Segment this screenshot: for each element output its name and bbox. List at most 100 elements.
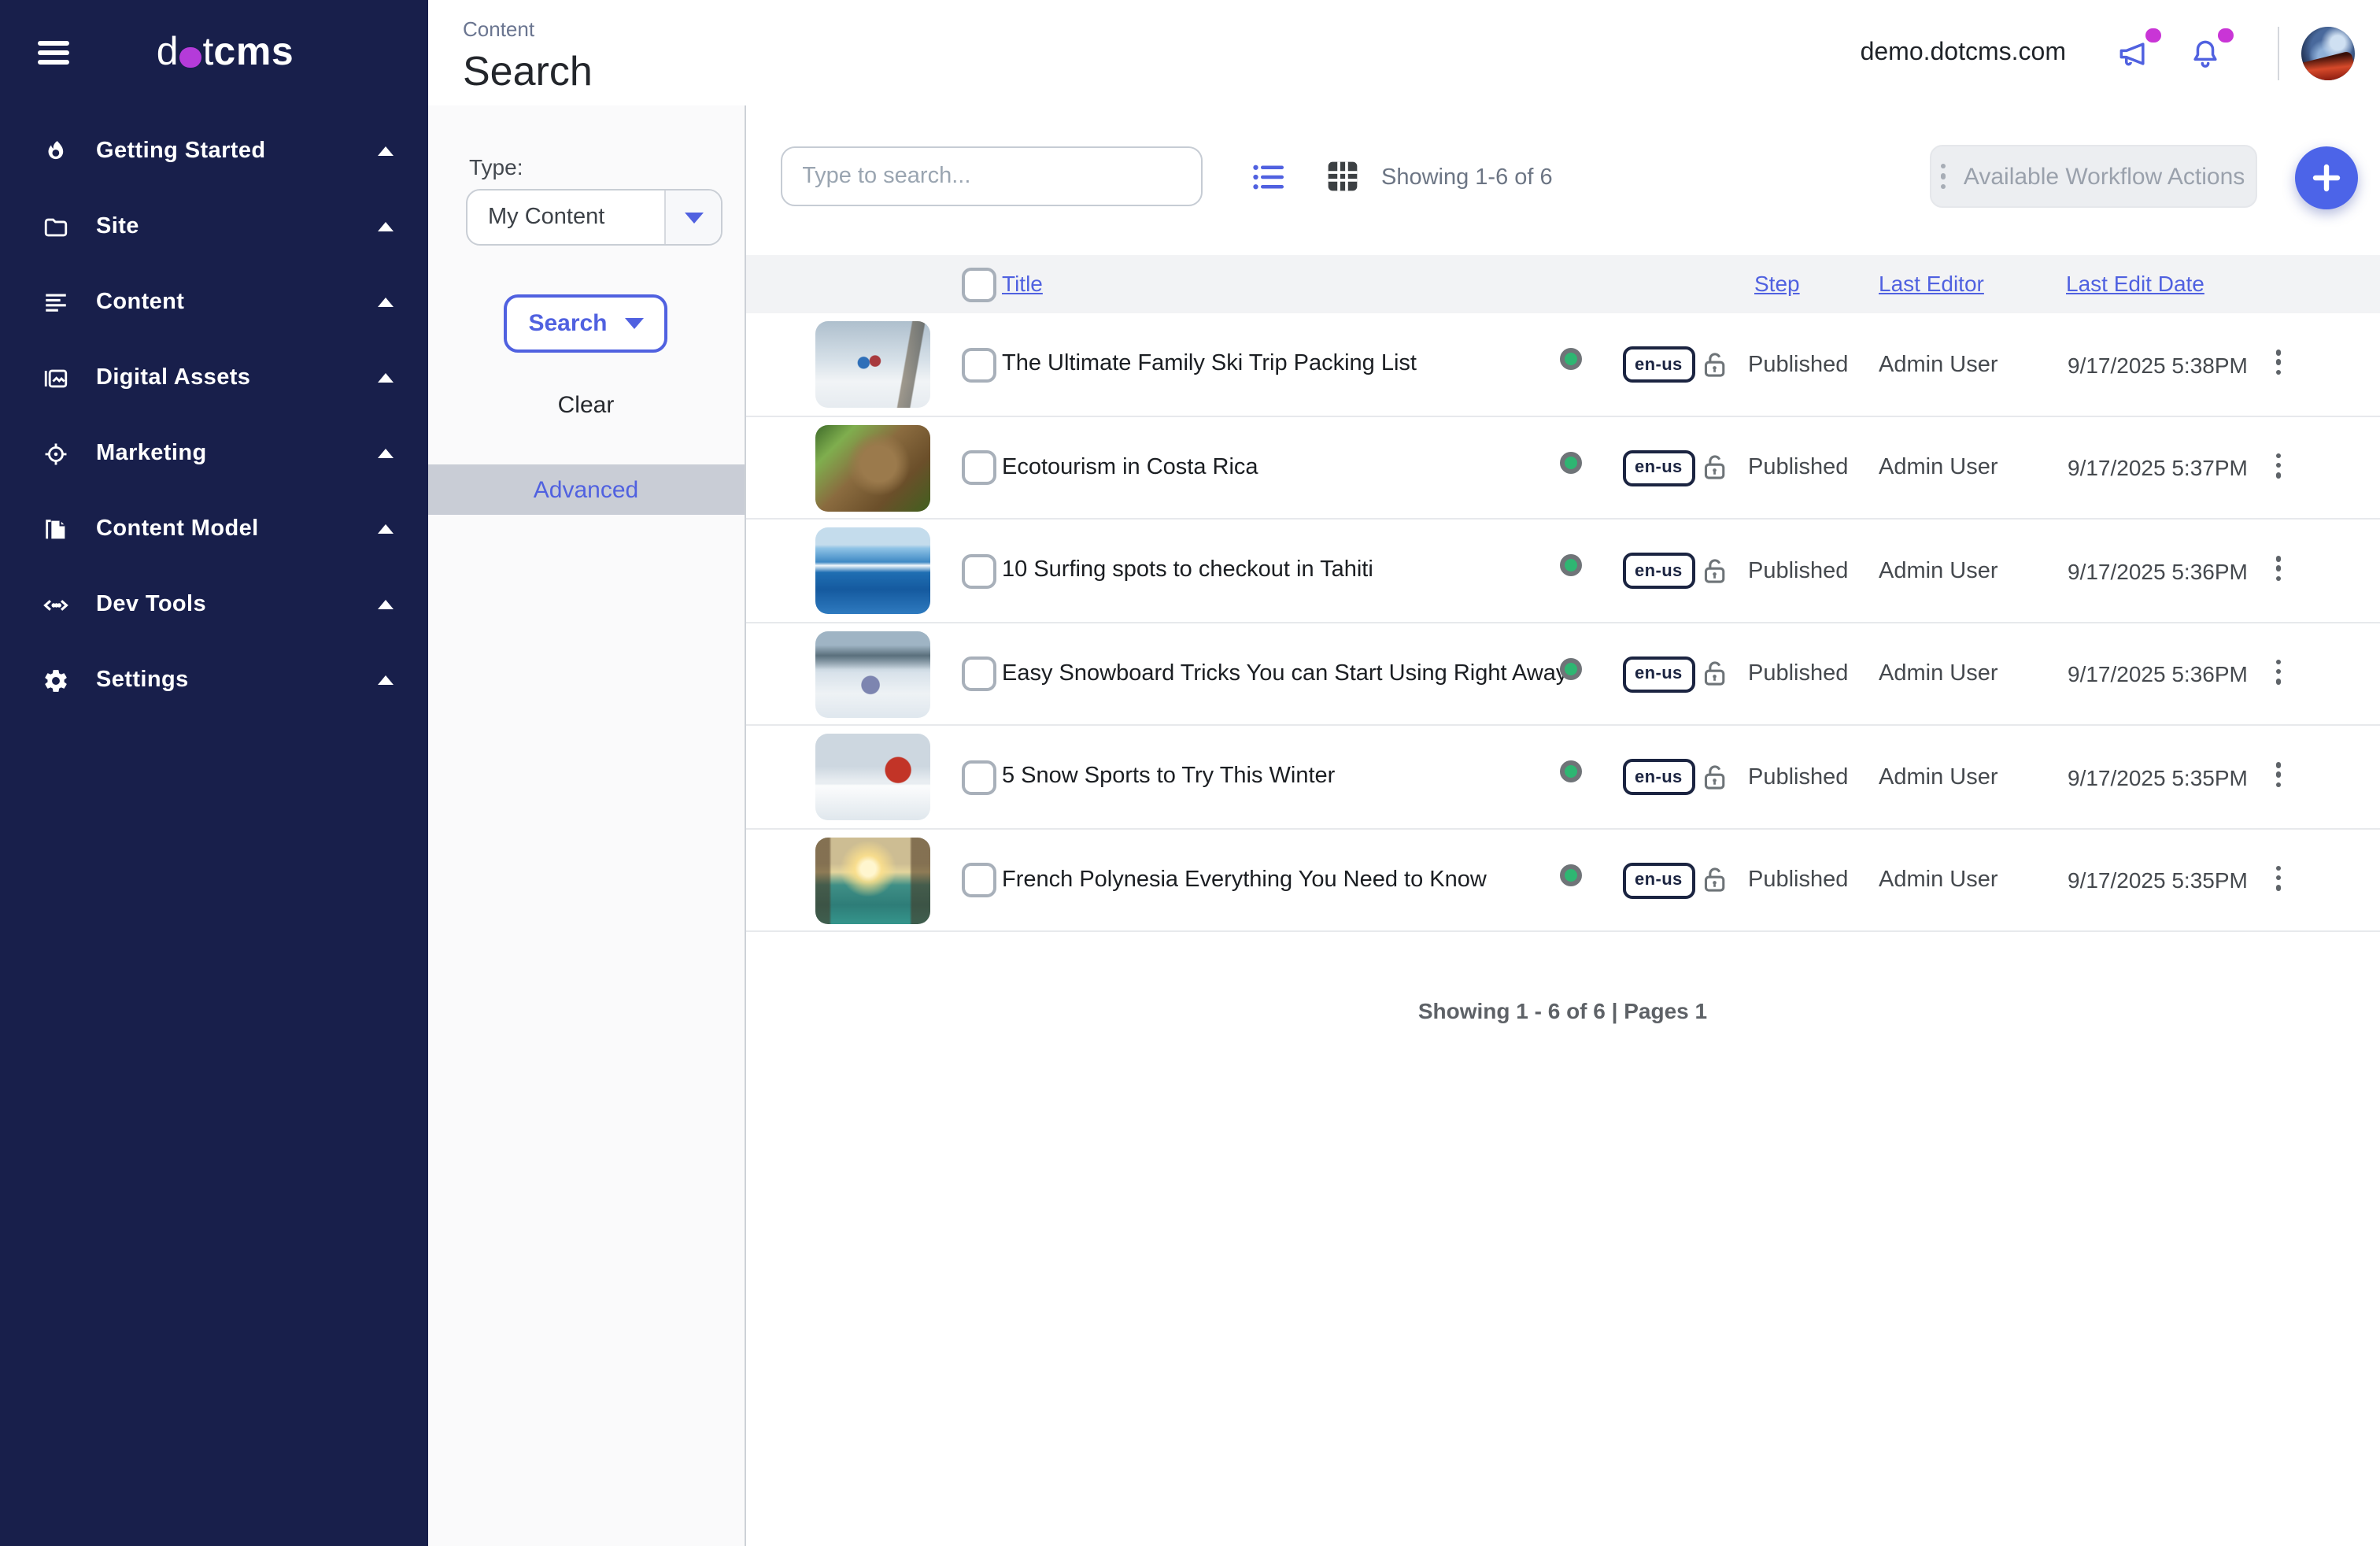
row-date: 9/17/2025 5:37PM <box>2068 455 2248 480</box>
plus-icon <box>2312 164 2340 192</box>
folder-icon <box>42 213 69 240</box>
search-button-label: Search <box>528 310 607 337</box>
avatar[interactable] <box>2301 26 2355 80</box>
row-checkbox[interactable] <box>961 347 996 382</box>
content-type-value: My Content <box>468 205 664 230</box>
locale-badge: en-us <box>1622 553 1695 589</box>
notification-dot <box>2145 28 2160 43</box>
row-date: 9/17/2025 5:36PM <box>2068 661 2248 686</box>
sidebar-item-marketing[interactable]: Marketing <box>0 416 428 491</box>
row-checkbox[interactable] <box>961 656 996 691</box>
add-content-button[interactable] <box>2294 146 2357 209</box>
sort-last-edit-date[interactable]: Last Edit Date <box>2066 271 2204 296</box>
sort-title[interactable]: Title <box>1002 271 1043 296</box>
row-menu-button[interactable] <box>2275 659 2281 685</box>
type-label: Type: <box>469 154 523 179</box>
sidebar-header: dtcms <box>0 0 428 105</box>
locale-badge: en-us <box>1622 449 1695 486</box>
hamburger-menu-icon[interactable] <box>38 35 69 70</box>
row-menu-button[interactable] <box>2275 350 2281 375</box>
topbar-right: demo.dotcms.com <box>1861 0 2355 105</box>
row-step: Published <box>1748 867 1848 893</box>
search-input[interactable] <box>780 146 1202 206</box>
sidebar-item-label: Content Model <box>96 516 259 542</box>
row-menu-button[interactable] <box>2275 865 2281 891</box>
row-step: Published <box>1748 764 1848 790</box>
chevron-up-icon <box>378 146 394 156</box>
row-title[interactable]: French Polynesia Everything You Need to … <box>1002 867 1487 892</box>
sidebar-nav: Getting Started Site Content Digital Ass… <box>0 105 428 718</box>
chevron-down-icon <box>684 212 703 223</box>
notifications-button[interactable] <box>2187 35 2222 70</box>
content-type-select[interactable]: My Content <box>466 189 722 246</box>
content-type-dropdown-button[interactable] <box>664 190 721 244</box>
select-all-checkbox[interactable] <box>961 267 996 301</box>
row-step: Published <box>1748 558 1848 583</box>
sidebar-item-digital-assets[interactable]: Digital Assets <box>0 340 428 416</box>
sidebar-item-site[interactable]: Site <box>0 189 428 264</box>
search-button[interactable]: Search <box>504 294 668 353</box>
notification-dot <box>2218 28 2233 43</box>
sidebar-item-content-model[interactable]: Content Model <box>0 491 428 567</box>
row-date: 9/17/2025 5:35PM <box>2068 764 2248 790</box>
logo-text-bold: cms <box>213 30 294 76</box>
sidebar-item-content[interactable]: Content <box>0 264 428 340</box>
row-title[interactable]: 10 Surfing spots to checkout in Tahiti <box>1002 557 1373 583</box>
sidebar: dtcms Getting Started Site Content Digi <box>0 0 428 1546</box>
table-row[interactable]: The Ultimate Family Ski Trip Packing Lis… <box>745 313 2380 416</box>
row-checkbox[interactable] <box>961 553 996 588</box>
chevron-up-icon <box>378 373 394 383</box>
status-dot-published <box>1559 760 1581 782</box>
list-view-button[interactable] <box>1252 162 1285 200</box>
chevron-up-icon <box>378 449 394 458</box>
sidebar-item-getting-started[interactable]: Getting Started <box>0 113 428 189</box>
logo-text: t <box>203 30 214 76</box>
logo-dot-icon <box>180 47 201 68</box>
row-editor: Admin User <box>1879 867 1998 893</box>
workflow-actions-button[interactable]: Available Workflow Actions <box>1929 145 2256 208</box>
row-menu-button[interactable] <box>2275 556 2281 582</box>
site-selector[interactable]: demo.dotcms.com <box>1861 39 2066 67</box>
row-title[interactable]: Ecotourism in Costa Rica <box>1002 454 1258 479</box>
status-dot-published <box>1559 348 1581 370</box>
grid-view-icon <box>1325 159 1359 194</box>
row-title[interactable]: Easy Snowboard Tricks You can Start Usin… <box>1002 660 1567 686</box>
row-menu-button[interactable] <box>2275 762 2281 788</box>
clear-button[interactable]: Clear <box>428 392 744 419</box>
locale-badge: en-us <box>1622 759 1695 795</box>
sidebar-item-label: Settings <box>96 668 189 693</box>
row-thumbnail <box>815 424 929 511</box>
lock-open-icon <box>1699 349 1729 388</box>
pagination-summary: Showing 1 - 6 of 6 | Pages 1 <box>745 998 2380 1023</box>
megaphone-icon <box>2115 35 2149 70</box>
status-dot-published <box>1559 451 1581 473</box>
sort-step[interactable]: Step <box>1754 271 1800 296</box>
advanced-link[interactable]: Advanced <box>428 464 744 515</box>
row-editor: Admin User <box>1879 764 1998 790</box>
row-thumbnail <box>815 837 929 923</box>
lock-open-icon <box>1699 864 1729 904</box>
sidebar-item-settings[interactable]: Settings <box>0 642 428 718</box>
row-checkbox[interactable] <box>961 450 996 485</box>
row-thumbnail <box>815 631 929 717</box>
topbar-divider <box>2277 26 2279 80</box>
page-title: Search <box>463 47 593 96</box>
sidebar-item-dev-tools[interactable]: Dev Tools <box>0 567 428 642</box>
table-row[interactable]: 10 Surfing spots to checkout in Tahiti e… <box>745 520 2380 623</box>
app-window: dtcms Getting Started Site Content Digi <box>0 0 2380 1546</box>
row-title[interactable]: The Ultimate Family Ski Trip Packing Lis… <box>1002 351 1417 376</box>
row-editor: Admin User <box>1879 661 1998 686</box>
row-menu-button[interactable] <box>2275 453 2281 479</box>
grid-view-button[interactable] <box>1325 159 1359 202</box>
table-row[interactable]: Easy Snowboard Tricks You can Start Usin… <box>745 623 2380 726</box>
chevron-up-icon <box>378 600 394 609</box>
table-row[interactable]: 5 Snow Sports to Try This Winter en-us P… <box>745 726 2380 829</box>
announcements-button[interactable] <box>2115 35 2149 70</box>
row-title[interactable]: 5 Snow Sports to Try This Winter <box>1002 764 1335 789</box>
sort-last-editor[interactable]: Last Editor <box>1879 271 1984 296</box>
table-row[interactable]: Ecotourism in Costa Rica en-us Published… <box>745 416 2380 520</box>
table-row[interactable]: French Polynesia Everything You Need to … <box>745 829 2380 932</box>
locale-badge: en-us <box>1622 346 1695 383</box>
row-checkbox[interactable] <box>961 760 996 794</box>
row-checkbox[interactable] <box>961 863 996 897</box>
